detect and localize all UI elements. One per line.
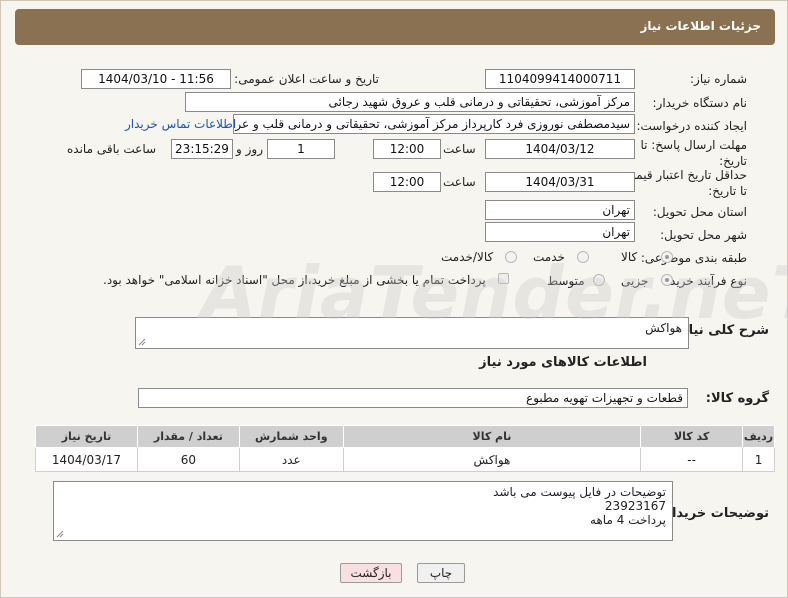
announce-date-field[interactable]: 1404/03/10 - 11:56 — [81, 69, 231, 89]
row-name: هواکش — [342, 447, 642, 472]
resize-grip-icon[interactable] — [56, 530, 64, 538]
remaining-time-field[interactable]: 23:15:29 — [171, 139, 233, 159]
days-field[interactable]: 1 — [267, 139, 335, 159]
col-code-header: کد کالا — [640, 425, 744, 448]
buyer-notes-textarea[interactable]: توضیحات در فایل پیوست می باشد 23923167 پ… — [53, 481, 673, 541]
back-button[interactable]: بازگشت — [340, 563, 402, 583]
print-button[interactable]: چاپ — [417, 563, 465, 583]
row-date: 1404/03/17 — [35, 447, 138, 472]
buyer-contact-link[interactable]: اطلاعات تماس خریدار — [125, 117, 236, 131]
table-header-row: ردیف کد کالا نام کالا واحد شمارش تعداد /… — [35, 425, 775, 448]
category-label: طبقه بندی موضوعی: — [640, 251, 747, 265]
category-both-radio[interactable] — [505, 251, 517, 263]
goods-table: ردیف کد کالا نام کالا واحد شمارش تعداد /… — [35, 425, 775, 472]
city-label: شهر محل تحویل: — [660, 228, 747, 242]
treasury-payment-note: پرداخت تمام یا بخشی از مبلغ خرید،از محل … — [103, 273, 486, 287]
description-textarea[interactable]: هواکش — [135, 317, 689, 349]
process-partial-label: جزیی — [621, 274, 649, 288]
resize-grip-icon[interactable] — [138, 338, 146, 346]
goods-info-title: اطلاعات کالاهای مورد نیاز — [479, 355, 647, 370]
category-goods-radio[interactable] — [661, 251, 673, 263]
validity-time-field[interactable]: 12:00 — [373, 172, 441, 192]
creator-label: ایجاد کننده درخواست: — [636, 119, 747, 133]
remaining-word: ساعت باقی مانده — [67, 142, 157, 156]
validity-time-word: ساعت — [443, 175, 476, 189]
category-both-label: کالا/خدمت — [441, 250, 494, 264]
page-frame: جزئیات اطلاعات نیاز شماره نیاز: 11040994… — [0, 0, 788, 598]
treasury-payment-checkbox[interactable] — [498, 273, 509, 284]
category-service-radio[interactable] — [577, 251, 589, 263]
col-name-header: نام کالا — [342, 425, 642, 448]
validity-label: حداقل تاریخ اعتبار قیمت: تا تاریخ: — [620, 168, 747, 198]
row-code: -- — [640, 447, 744, 472]
row-unit: عدد — [238, 447, 344, 472]
process-medium-label: متوسط — [547, 274, 585, 288]
city-field[interactable]: تهران — [485, 222, 635, 242]
buyer-org-field[interactable]: مرکز آموزشی، تحقیقاتی و درمانی قلب و عرو… — [185, 92, 635, 112]
page-title: جزئیات اطلاعات نیاز — [640, 19, 761, 33]
deadline-label: مهلت ارسال پاسخ: تا تاریخ: — [640, 138, 747, 168]
buyer-notes-line3: پرداخت 4 ماهه — [590, 513, 666, 527]
goods-group-field[interactable]: قطعات و تجهیزات تهویه مطبوع — [138, 388, 688, 408]
deadline-date-field[interactable]: 1404/03/12 — [485, 139, 635, 159]
col-date-header: تاریخ نیاز — [35, 425, 138, 448]
category-service-label: خدمت — [533, 250, 565, 264]
buyer-org-label: نام دستگاه خریدار: — [652, 96, 748, 110]
buyer-notes-line2: 23923167 — [604, 499, 666, 513]
page-header: جزئیات اطلاعات نیاز — [15, 9, 775, 45]
process-label: نوع فرآیند خرید : — [662, 274, 747, 288]
deadline-time-word: ساعت — [443, 142, 476, 156]
col-qty-header: تعداد / مقدار — [136, 425, 240, 448]
need-number-field[interactable]: 1104099414000711 — [485, 69, 635, 89]
deadline-time-field[interactable]: 12:00 — [373, 139, 441, 159]
buyer-notes-line1: توضیحات در فایل پیوست می باشد — [493, 485, 666, 499]
col-unit-header: واحد شمارش — [238, 425, 344, 448]
announce-date-label: تاریخ و ساعت اعلان عمومی: — [234, 72, 379, 86]
validity-date-field[interactable]: 1404/03/31 — [485, 172, 635, 192]
days-word: روز و — [236, 142, 263, 156]
need-number-label: شماره نیاز: — [690, 72, 747, 86]
row-qty: 60 — [136, 447, 240, 472]
category-goods-label: کالا — [621, 250, 638, 264]
creator-field[interactable]: سیدمصطفی نوروزی فرد کارپرداز مرکز آموزشی… — [233, 114, 635, 134]
col-row-header: ردیف — [742, 425, 775, 448]
description-label: شرح کلی نیاز: — [675, 323, 769, 338]
province-field[interactable]: تهران — [485, 200, 635, 220]
table-row[interactable]: 1 -- هواکش عدد 60 1404/03/17 — [35, 447, 775, 472]
goods-group-label: گروه کالا: — [705, 391, 769, 406]
process-medium-radio[interactable] — [593, 274, 605, 286]
row-index: 1 — [742, 447, 775, 472]
buyer-notes-label: توضیحات خریدار: — [659, 506, 769, 521]
description-text: هواکش — [645, 321, 682, 335]
process-partial-radio[interactable] — [661, 274, 673, 286]
province-label: استان محل تحویل: — [652, 205, 747, 219]
